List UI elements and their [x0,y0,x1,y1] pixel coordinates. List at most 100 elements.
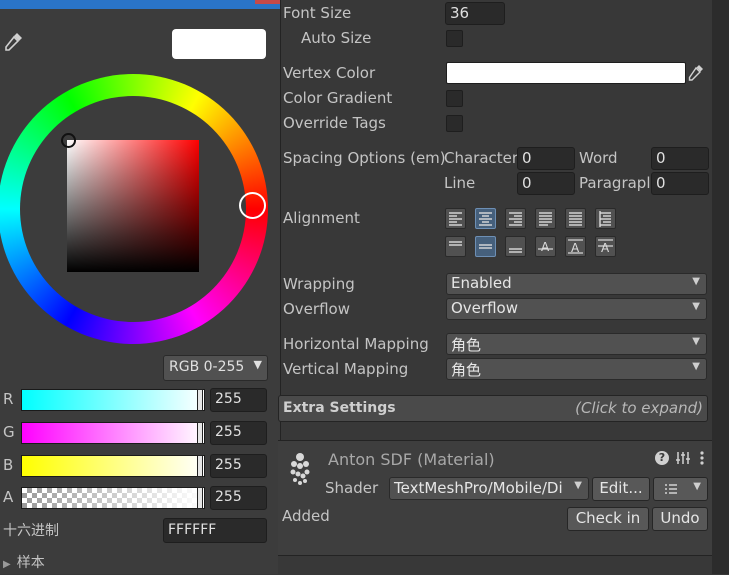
channel-b-label: B [3,456,14,474]
list-icon [665,484,677,494]
color-gradient-label: Color Gradient [283,89,393,107]
align-flush-icon [569,212,582,226]
edit-shader-button[interactable]: Edit... [592,477,650,501]
channel-a-field[interactable]: 255 [210,486,267,510]
channel-g-label: G [3,423,15,441]
align-middle-button[interactable] [475,236,496,257]
align-midline-button[interactable]: A [565,236,586,257]
picker-close-button[interactable] [255,0,280,4]
line-spacing-input[interactable]: 0 [517,172,575,195]
align-justified-button[interactable] [535,208,556,229]
extra-settings-hint: (Click to expand) [575,399,703,417]
undo-label: Undo [660,509,700,527]
font-size-value: 36 [450,4,470,22]
channel-b-slider[interactable] [21,455,205,477]
saturation-value-handle[interactable] [61,133,76,148]
channel-g-slider-handle[interactable] [197,422,203,444]
align-top-button[interactable] [445,236,466,257]
channel-r-slider-handle[interactable] [197,389,203,411]
align-right-button[interactable] [505,208,526,229]
overflow-value: Overflow [451,299,518,317]
channel-g-field[interactable]: 255 [210,421,267,445]
shader-value: TextMeshPro/Mobile/Di [394,479,563,497]
vertex-color-eyedropper-icon[interactable] [686,62,706,82]
undo-button[interactable]: Undo [652,507,708,531]
align-bottom-button[interactable] [505,236,526,257]
color-mode-label: RGB 0-255 [169,359,245,375]
channel-b-slider-handle[interactable] [197,455,203,477]
channel-r-slider[interactable] [21,389,205,411]
preset-settings-icon[interactable] [675,450,691,466]
check-in-label: Check in [575,509,641,527]
check-in-button[interactable]: Check in [567,507,649,531]
alignment-label: Alignment [283,209,360,227]
align-midline-icon: A [568,239,583,255]
vertex-color-label: Vertex Color [283,64,376,82]
color-mode-dropdown[interactable]: RGB 0-255 ▼ [163,355,268,381]
hue-handle[interactable] [239,192,266,219]
align-flush-button[interactable] [565,208,586,229]
channel-b-value: 255 [215,457,242,473]
align-capline-icon: A [598,239,613,255]
horizontal-mapping-label: Horizontal Mapping [283,335,429,353]
paragraph-spacing-value: 0 [656,174,666,192]
channel-a-value: 255 [215,489,242,505]
align-middle-icon [479,244,492,249]
channel-a-label: A [3,488,14,506]
saturation-value-square[interactable] [67,140,199,272]
character-spacing-label: Character [444,149,519,167]
material-preview-icon [285,449,315,487]
hex-value: FFFFFF [168,522,217,538]
align-right-icon [509,212,522,226]
wrapping-dropdown[interactable]: Enabled ▼ [446,273,707,295]
spacing-options-label: Spacing Options (em) [283,149,446,167]
align-baseline-button[interactable]: A [535,236,556,257]
edit-shader-label: Edit... [599,479,643,497]
hex-input[interactable]: FFFFFF [163,518,267,543]
character-spacing-value: 0 [522,149,532,167]
channel-a-slider-handle[interactable] [197,487,203,509]
overflow-dropdown[interactable]: Overflow ▼ [446,298,707,320]
word-spacing-input[interactable]: 0 [651,147,709,170]
font-size-label: Font Size [283,4,352,22]
channel-r-field[interactable]: 255 [210,388,267,412]
extra-settings-title: Extra Settings [283,400,396,416]
help-icon[interactable]: ? [655,451,669,465]
align-justified-icon [539,212,552,226]
inspector-scrollbar[interactable] [712,0,729,574]
vertical-mapping-value: 角色 [451,361,482,379]
wrapping-value: Enabled [451,274,512,292]
shader-options-dropdown[interactable]: ▼ [653,477,708,501]
override-tags-checkbox[interactable] [446,115,463,132]
auto-size-checkbox[interactable] [446,30,463,47]
paragraph-spacing-label: Paragrapl [579,174,651,192]
vertical-mapping-dropdown[interactable]: 角色 ▼ [446,358,707,380]
shader-dropdown[interactable]: TextMeshPro/Mobile/Di ▼ [389,477,589,500]
font-size-input[interactable]: 36 [445,2,505,25]
channel-b-field[interactable]: 255 [210,454,267,478]
word-spacing-value: 0 [656,149,666,167]
chevron-down-icon: ▼ [253,358,262,371]
vertex-color-field[interactable] [446,62,686,84]
chevron-down-icon: ▼ [692,361,700,372]
character-spacing-input[interactable]: 0 [517,147,575,170]
presets-foldout[interactable]: ▶ 样本 [3,552,45,572]
horizontal-mapping-dropdown[interactable]: 角色 ▼ [446,333,707,355]
align-center-button[interactable] [475,208,496,229]
extra-settings-foldout[interactable]: Extra Settings (Click to expand) [278,395,708,422]
align-left-button[interactable] [445,208,466,229]
channel-a-slider[interactable] [21,487,205,509]
eyedropper-icon[interactable] [3,30,25,52]
line-spacing-label: Line [444,174,476,192]
kebab-menu-icon[interactable] [697,450,707,466]
chevron-down-icon: ▼ [692,276,700,287]
channel-r-value: 255 [215,391,242,407]
align-left-icon [449,212,462,226]
material-section-footer [278,555,712,575]
align-capline-button[interactable]: A [595,236,616,257]
color-gradient-checkbox[interactable] [446,90,463,107]
paragraph-spacing-input[interactable]: 0 [651,172,709,195]
align-geometry-center-button[interactable] [595,208,616,229]
channel-g-slider[interactable] [21,422,205,444]
material-name: Anton SDF (Material) [328,450,495,469]
